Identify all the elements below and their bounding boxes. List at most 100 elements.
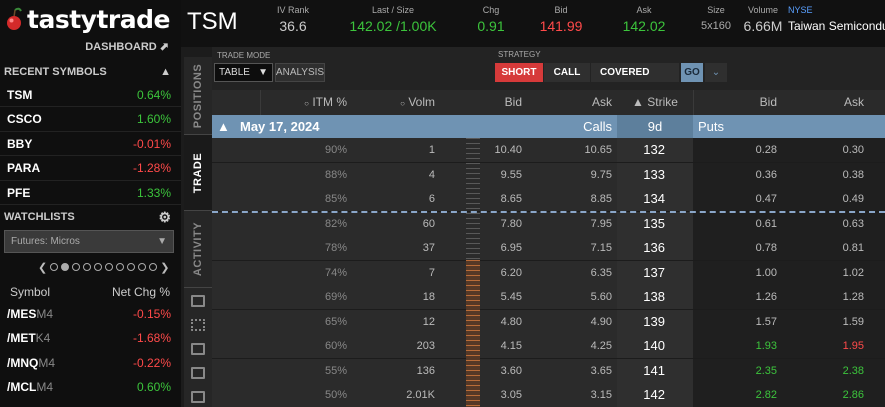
put-bid-cell[interactable]: 1.26 xyxy=(717,285,777,309)
call-button[interactable]: CALL xyxy=(544,63,590,82)
recent-symbol-row[interactable]: PARA -1.28% xyxy=(0,157,181,181)
dashboard-link[interactable]: DASHBOARD ⬈ xyxy=(85,40,169,53)
col-put-ask[interactable]: Ask xyxy=(824,90,864,115)
col-put-bid[interactable]: Bid xyxy=(737,90,777,115)
put-ask-cell[interactable]: 2.86 xyxy=(804,383,864,407)
chain-row[interactable]: 50% 2.01K 3.05 3.15 142 2.82 2.86 xyxy=(212,383,885,407)
put-ask-cell[interactable]: 1.95 xyxy=(804,334,864,358)
col-itm[interactable]: ○ ITM % xyxy=(295,90,347,115)
gear-icon[interactable]: ⚙ xyxy=(158,209,171,226)
put-ask-cell[interactable]: 1.59 xyxy=(804,310,864,334)
put-ask-cell[interactable]: 0.49 xyxy=(804,187,864,211)
page-dot[interactable] xyxy=(72,263,81,271)
strike-cell[interactable]: 142 xyxy=(617,383,665,407)
chain-row[interactable]: 88% 4 9.55 9.75 133 0.36 0.38 xyxy=(212,162,885,187)
tiles-icon[interactable] xyxy=(191,391,205,403)
trade-mode-select[interactable]: TABLE ▼ xyxy=(214,63,273,82)
covered-button[interactable]: COVERED xyxy=(591,63,679,82)
call-ask-cell[interactable]: 7.15 xyxy=(552,236,612,260)
chain-row[interactable]: 90% 1 10.40 10.65 132 0.28 0.30 xyxy=(212,138,885,162)
watchlist-row[interactable]: /METK4 -1.68% xyxy=(0,326,181,350)
call-ask-cell[interactable]: 4.90 xyxy=(552,310,612,334)
col-volm[interactable]: ○ Volm xyxy=(387,90,435,115)
col-strike[interactable]: ▲ Strike xyxy=(617,90,693,115)
strike-cell[interactable]: 140 xyxy=(617,334,665,358)
put-bid-cell[interactable]: 2.82 xyxy=(717,383,777,407)
call-ask-cell[interactable]: 10.65 xyxy=(552,138,612,162)
chain-row[interactable]: 85% 6 8.65 8.85 134 0.47 0.49 xyxy=(212,187,885,211)
page-dot[interactable] xyxy=(116,263,125,271)
strike-cell[interactable]: 136 xyxy=(617,236,665,260)
page-dot-active[interactable] xyxy=(61,263,70,271)
chain-row[interactable]: 78% 37 6.95 7.15 136 0.78 0.81 xyxy=(212,236,885,260)
put-ask-cell[interactable]: 0.30 xyxy=(804,138,864,162)
page-dot[interactable] xyxy=(149,263,158,271)
tab-trade[interactable]: TRADE xyxy=(184,135,212,211)
strike-cell[interactable]: 137 xyxy=(617,261,665,285)
call-ask-cell[interactable]: 3.65 xyxy=(552,359,612,383)
strike-cell[interactable]: 133 xyxy=(617,163,665,187)
put-bid-cell[interactable]: 0.47 xyxy=(717,187,777,211)
put-ask-cell[interactable]: 0.38 xyxy=(804,163,864,187)
put-bid-cell[interactable]: 0.61 xyxy=(717,212,777,236)
chevron-down-icon[interactable]: ⌄ xyxy=(705,63,727,82)
page-dot[interactable] xyxy=(83,263,92,271)
tv-icon[interactable] xyxy=(191,343,205,355)
chevron-up-icon[interactable]: ▲ xyxy=(160,66,171,78)
watchlist-select[interactable]: Futures: Micros ▼ xyxy=(4,230,174,253)
recent-symbol-row[interactable]: TSM 0.64% xyxy=(0,83,181,107)
call-ask-cell[interactable]: 8.85 xyxy=(552,187,612,211)
tab-activity[interactable]: ACTIVITY xyxy=(184,211,212,288)
chain-row[interactable]: 74% 7 6.20 6.35 137 1.00 1.02 xyxy=(212,260,885,285)
strike-cell[interactable]: 138 xyxy=(617,285,665,309)
chain-row[interactable]: 65% 12 4.80 4.90 139 1.57 1.59 xyxy=(212,309,885,334)
put-bid-cell[interactable]: 2.35 xyxy=(717,359,777,383)
chevron-right-icon[interactable]: ❯ xyxy=(160,261,169,274)
watchlist-row[interactable]: /MCLM4 0.60% xyxy=(0,375,181,399)
strike-cell[interactable]: 139 xyxy=(617,310,665,334)
tastytrade-logo[interactable]: tastytrade xyxy=(5,4,170,34)
chain-row[interactable]: 69% 18 5.45 5.60 138 1.26 1.28 xyxy=(212,285,885,309)
recent-symbol-row[interactable]: BBY -0.01% xyxy=(0,132,181,156)
call-ask-cell[interactable]: 3.15 xyxy=(552,383,612,407)
call-ask-cell[interactable]: 5.60 xyxy=(552,285,612,309)
put-ask-cell[interactable]: 1.02 xyxy=(804,261,864,285)
col-net-change[interactable]: Net Chg % xyxy=(112,285,170,299)
strike-cell[interactable]: 135 xyxy=(617,212,665,236)
recent-symbol-row[interactable]: CSCO 1.60% xyxy=(0,108,181,132)
recent-symbol-row[interactable]: PFE 1.33% xyxy=(0,181,181,205)
analysis-button[interactable]: ANALYSIS xyxy=(275,63,325,82)
page-dot[interactable] xyxy=(138,263,147,271)
put-ask-cell[interactable]: 1.28 xyxy=(804,285,864,309)
col-bid[interactable]: Bid xyxy=(482,90,522,115)
go-button[interactable]: GO xyxy=(681,63,703,82)
watchlist-row[interactable]: /MESM4 -0.15% xyxy=(0,302,181,326)
put-ask-cell[interactable]: 2.38 xyxy=(804,359,864,383)
col-symbol[interactable]: Symbol xyxy=(10,285,50,299)
grid-icon[interactable] xyxy=(191,367,205,379)
put-bid-cell[interactable]: 0.78 xyxy=(717,236,777,260)
call-ask-cell[interactable]: 7.95 xyxy=(552,212,612,236)
put-bid-cell[interactable]: 0.36 xyxy=(717,163,777,187)
put-bid-cell[interactable]: 1.93 xyxy=(717,334,777,358)
strike-cell[interactable]: 141 xyxy=(617,359,665,383)
chevron-left-icon[interactable]: ❮ xyxy=(38,261,47,274)
put-bid-cell[interactable]: 0.28 xyxy=(717,138,777,162)
call-ask-cell[interactable]: 6.35 xyxy=(552,261,612,285)
put-bid-cell[interactable]: 1.00 xyxy=(717,261,777,285)
strike-cell[interactable]: 134 xyxy=(617,187,665,211)
chain-row[interactable]: 60% 203 4.15 4.25 140 1.93 1.95 xyxy=(212,334,885,358)
put-bid-cell[interactable]: 1.57 xyxy=(717,310,777,334)
chain-row[interactable]: 55% 136 3.60 3.65 141 2.35 2.38 xyxy=(212,358,885,383)
short-button[interactable]: SHORT xyxy=(495,63,543,82)
page-dot[interactable] xyxy=(105,263,114,271)
put-ask-cell[interactable]: 0.63 xyxy=(804,212,864,236)
tab-positions[interactable]: POSITIONS xyxy=(184,57,212,135)
col-ask[interactable]: Ask xyxy=(572,90,612,115)
expiration-row[interactable]: ▲ May 17, 2024 Calls 9d Puts xyxy=(212,115,885,138)
strike-cell[interactable]: 132 xyxy=(617,138,665,162)
collapse-chevron-icon[interactable]: ▲ xyxy=(217,115,230,138)
page-dot[interactable] xyxy=(127,263,136,271)
watchlist-row[interactable]: /MNQM4 -0.22% xyxy=(0,351,181,375)
page-dot[interactable] xyxy=(94,263,103,271)
